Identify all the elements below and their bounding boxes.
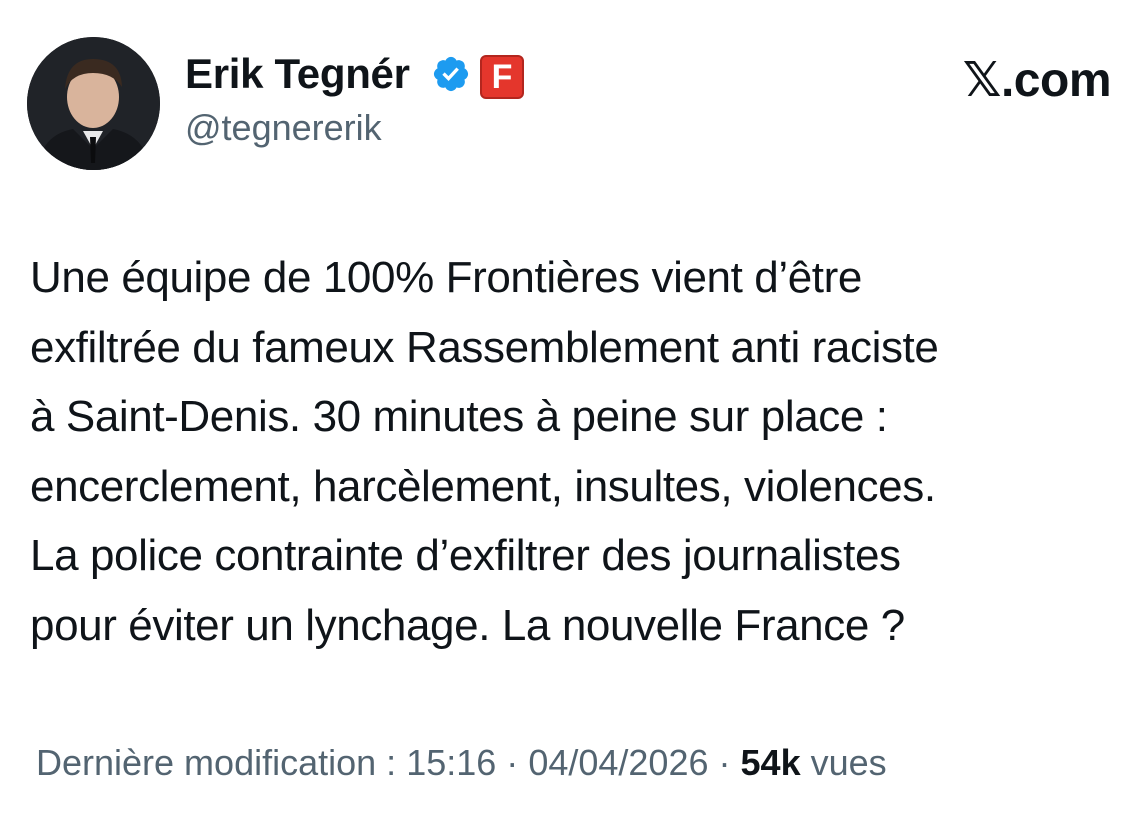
tweet-text-line: exfiltrée du fameux Rassemblement anti r…	[30, 322, 939, 372]
tweet-text-line: Une équipe de 100% Frontières vient d’êt…	[30, 253, 862, 302]
author-display-name[interactable]: Erik Tegnér	[185, 50, 410, 98]
x-logo: 𝕏.com	[962, 54, 1112, 107]
modified-label: Dernière modification :	[36, 742, 397, 783]
tweet-text-line: encerclement, harcèlement, insultes, vio…	[30, 461, 936, 511]
tweet-text: Une équipe de 100% Frontières vient d’êt…	[30, 243, 1125, 660]
affiliate-badge-icon[interactable]: F	[480, 55, 524, 99]
avatar-portrait	[27, 37, 160, 170]
tweet-text-line: à Saint-Denis. 30 minutes à peine sur pl…	[30, 392, 888, 441]
meta-separator: ·	[718, 742, 731, 783]
author-handle[interactable]: @tegnererik	[185, 107, 382, 149]
tweet-text-line: pour éviter un lynchage. La nouvelle Fra…	[30, 600, 905, 650]
verified-badge-icon	[433, 56, 469, 92]
avatar[interactable]	[27, 37, 160, 170]
views-label: vues	[810, 742, 887, 783]
tweet-meta: Dernière modification : 15:16 · 04/04/20…	[36, 742, 887, 784]
tweet-date[interactable]: 04/04/2026	[528, 742, 708, 783]
tweet-time[interactable]: 15:16	[406, 742, 496, 783]
tweet-text-line: La police contrainte d’exfiltrer des jou…	[30, 531, 901, 580]
views-count[interactable]: 54k	[741, 742, 801, 783]
meta-separator: ·	[506, 742, 519, 783]
